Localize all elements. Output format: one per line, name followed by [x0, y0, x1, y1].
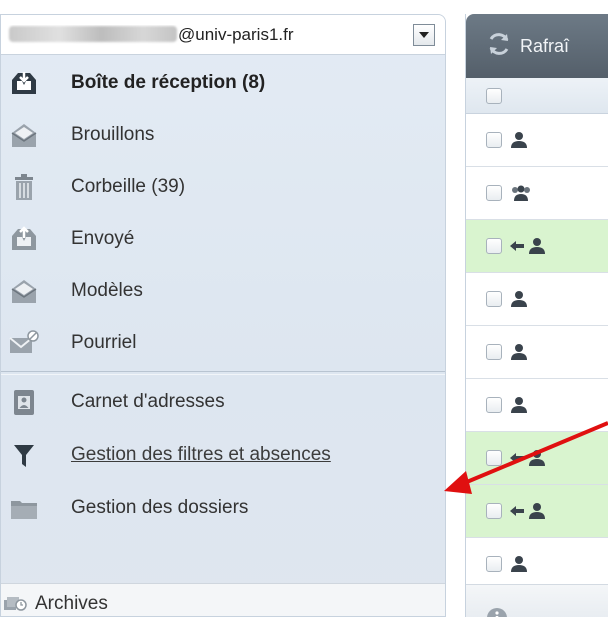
person-icon — [511, 344, 527, 360]
folder-label-sent: Envoyé — [71, 228, 135, 249]
templates-icon — [9, 276, 39, 306]
chevron-down-icon[interactable] — [413, 23, 435, 46]
message-row[interactable] — [466, 167, 608, 220]
reply-arrow-icon — [510, 453, 524, 463]
folder-label-trash: Corbeille (39) — [71, 176, 186, 197]
trash-icon — [9, 172, 39, 202]
account-select[interactable]: @univ-paris1.fr — [1, 15, 445, 55]
group-icon — [512, 185, 530, 201]
message-row[interactable] — [466, 432, 608, 485]
spam-icon — [9, 328, 39, 358]
message-checkbox[interactable] — [486, 238, 502, 254]
message-checkbox[interactable] — [486, 556, 502, 572]
person-icon — [529, 450, 545, 466]
message-checkbox[interactable] — [486, 185, 502, 201]
folder-item-spam[interactable]: Pourriel — [1, 317, 445, 369]
archives-item[interactable]: Archives — [1, 583, 445, 616]
folder-label-drafts: Brouillons — [71, 124, 155, 145]
message-row[interactable] — [466, 273, 608, 326]
message-list-footer — [466, 584, 608, 617]
folder-label-inbox: Boîte de réception (8) — [71, 72, 266, 93]
tool-label-filters[interactable]: Gestion des filtres et absences — [71, 444, 331, 466]
folder-list: Boîte de réception (8) Brouillons Corbei… — [1, 57, 445, 534]
folder-item-sent[interactable]: Envoyé — [1, 213, 445, 265]
message-list-header — [466, 78, 608, 114]
person-icon — [511, 556, 527, 572]
archive-icon — [3, 594, 29, 614]
info-icon[interactable] — [486, 607, 508, 617]
message-list-panel: Rafraî — [465, 14, 608, 617]
person-icon — [529, 503, 545, 519]
sent-icon — [9, 224, 39, 254]
folder-item-drafts[interactable]: Brouillons — [1, 109, 445, 161]
archives-label: Archives — [35, 592, 108, 614]
folder-item-inbox[interactable]: Boîte de réception (8) — [1, 57, 445, 109]
message-row[interactable] — [466, 326, 608, 379]
tool-item-address-book[interactable]: Carnet d'adresses — [1, 375, 445, 428]
message-checkbox[interactable] — [486, 344, 502, 360]
message-toolbar: Rafraî — [466, 14, 608, 78]
address-book-icon — [9, 387, 39, 417]
tool-item-filters[interactable]: Gestion des filtres et absences — [1, 428, 445, 481]
message-row[interactable] — [466, 379, 608, 432]
folder-icon — [9, 493, 39, 523]
folder-sidebar: @univ-paris1.fr Boîte de réception (8) B… — [0, 14, 446, 617]
refresh-button[interactable]: Rafraî — [520, 36, 569, 57]
reply-arrow-icon — [510, 506, 524, 516]
message-row[interactable] — [466, 114, 608, 167]
message-checkbox[interactable] — [486, 503, 502, 519]
select-all-checkbox[interactable] — [486, 87, 502, 104]
tool-item-folders[interactable]: Gestion des dossiers — [1, 481, 445, 534]
inbox-icon — [9, 68, 39, 98]
refresh-icon[interactable] — [486, 31, 512, 62]
account-email-domain: @univ-paris1.fr — [178, 24, 294, 44]
message-checkbox[interactable] — [486, 132, 502, 148]
message-checkbox[interactable] — [486, 450, 502, 466]
person-icon — [511, 291, 527, 307]
drafts-icon — [9, 120, 39, 150]
folder-label-spam: Pourriel — [71, 332, 137, 353]
tools-list: Carnet d'adresses Gestion des filtres et… — [1, 375, 445, 534]
account-email: @univ-paris1.fr — [1, 25, 413, 45]
message-checkbox[interactable] — [486, 397, 502, 413]
message-rows — [466, 114, 608, 591]
tool-label-folders: Gestion des dossiers — [71, 496, 249, 518]
message-checkbox[interactable] — [486, 291, 502, 307]
tool-label-address-book: Carnet d'adresses — [71, 390, 225, 412]
folder-item-templates[interactable]: Modèles — [1, 265, 445, 317]
filter-icon — [9, 440, 39, 470]
reply-arrow-icon — [510, 241, 524, 251]
message-row[interactable] — [466, 485, 608, 538]
person-icon — [511, 397, 527, 413]
folder-label-templates: Modèles — [71, 280, 143, 301]
redacted-username — [9, 25, 177, 42]
person-icon — [529, 238, 545, 254]
person-icon — [511, 132, 527, 148]
message-row[interactable] — [466, 220, 608, 273]
folder-item-trash[interactable]: Corbeille (39) — [1, 161, 445, 213]
